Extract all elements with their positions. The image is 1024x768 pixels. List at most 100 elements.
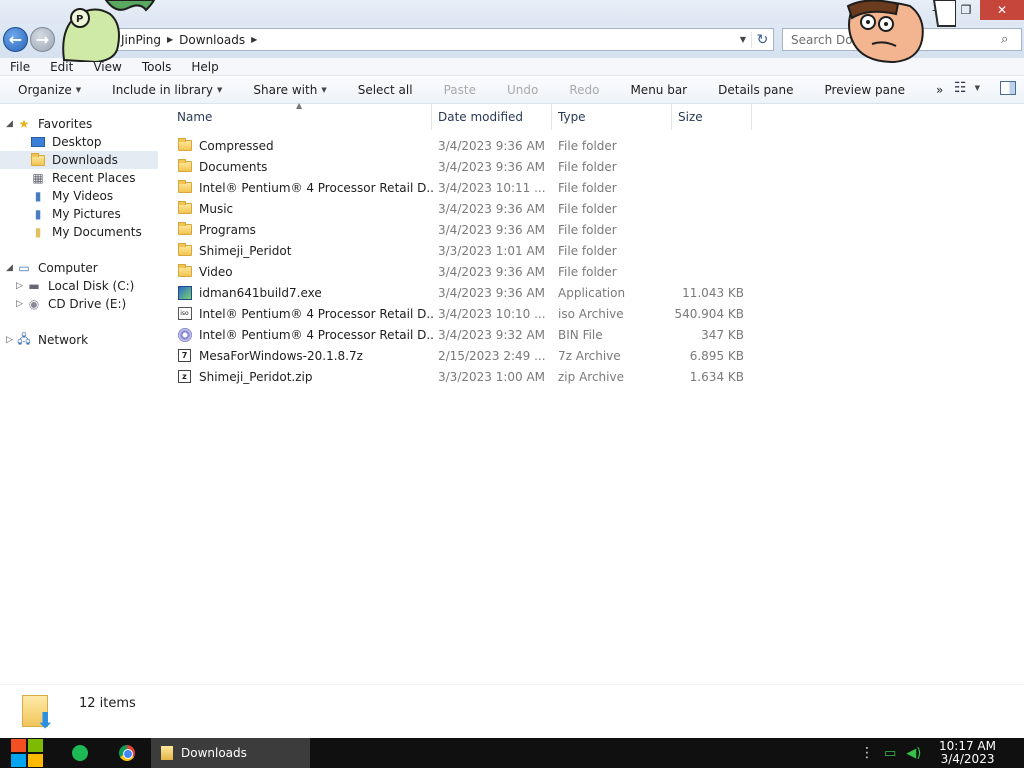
column-name-label: Name — [177, 110, 213, 124]
forward-button[interactable]: → — [30, 27, 55, 52]
collapsed-arrow-icon[interactable]: ▷ — [16, 281, 26, 291]
file-date-modified: 2/15/2023 2:49 ... — [438, 348, 546, 363]
file-size: 540.904 KB — [674, 306, 744, 321]
file-row[interactable]: Video 3/4/2023 9:36 AM File folder — [176, 261, 756, 282]
file-date-modified: 3/3/2023 1:00 AM — [438, 369, 546, 384]
taskbar-item-downloads[interactable]: Downloads — [151, 738, 310, 768]
file-date-modified: 3/3/2023 1:01 AM — [438, 243, 546, 258]
cd-drive-icon: ◉ — [28, 297, 40, 311]
expanded-arrow-icon[interactable]: ◢ — [6, 119, 16, 129]
documents-icon: ▮ — [34, 225, 42, 239]
more-icons-icon[interactable]: ⋮ — [860, 745, 874, 761]
nav-my-documents[interactable]: ▮ My Documents — [0, 223, 158, 241]
breadcrumb-item-downloads[interactable]: Downloads — [179, 33, 245, 47]
collapsed-arrow-icon[interactable]: ▷ — [16, 299, 26, 309]
include-in-library-button[interactable]: Include in library ▼ — [94, 83, 235, 97]
file-type: Application — [558, 285, 626, 300]
file-list: ▲ Name Date modified Type Size Compresse… — [158, 101, 1024, 684]
more-commands-button[interactable]: » — [918, 83, 956, 97]
start-button[interactable] — [10, 738, 44, 768]
back-button[interactable]: ← — [3, 27, 28, 52]
nav-network[interactable]: ▷ 🖧 Network — [0, 331, 158, 349]
file-row[interactable]: z Shimeji_Peridot.zip 3/3/2023 1:00 AM zip … — [176, 366, 756, 387]
file-type: 7z Archive — [558, 348, 621, 363]
nav-recent-places[interactable]: ▦ Recent Places — [0, 169, 158, 187]
chevron-down-icon: ▼ — [974, 84, 980, 92]
column-header-type[interactable]: Type — [552, 104, 672, 130]
application-icon — [176, 285, 193, 300]
preview-pane-button[interactable]: Preview pane — [807, 83, 918, 97]
nav-favorites-label: Favorites — [38, 117, 93, 131]
preview-pane-toggle-icon[interactable] — [1000, 81, 1016, 95]
redo-button[interactable]: Redo — [551, 83, 612, 97]
menu-bar-button[interactable]: Menu bar — [612, 83, 700, 97]
file-row[interactable]: Intel® Pentium® 4 Processor Retail D... 3… — [176, 177, 756, 198]
file-row[interactable]: Intel® Pentium® 4 Processor Retail D... 3… — [176, 324, 756, 345]
expanded-arrow-icon[interactable]: ◢ — [6, 263, 16, 273]
explorer-icon — [161, 746, 173, 760]
paste-label: Paste — [443, 83, 476, 97]
nav-downloads[interactable]: Downloads — [0, 151, 158, 169]
breadcrumb-separator-icon[interactable]: ▶ — [251, 35, 257, 44]
file-date-modified: 3/4/2023 9:36 AM — [438, 159, 546, 174]
details-pane-button[interactable]: Details pane — [700, 83, 806, 97]
column-header-name[interactable]: Name — [171, 104, 432, 130]
collapsed-arrow-icon[interactable]: ▷ — [6, 335, 16, 345]
file-row[interactable]: Shimeji_Peridot 3/3/2023 1:01 AM File fold… — [176, 240, 756, 261]
share-with-button[interactable]: Share with ▼ — [235, 83, 339, 97]
nav-local-disk[interactable]: ▷ ▬ Local Disk (C:) — [0, 277, 158, 295]
navigation-pane: ◢ ★ Favorites Desktop Downloads ▦ Recent… — [0, 104, 158, 684]
search-icon[interactable]: ⌕ — [1001, 32, 1021, 47]
undo-button[interactable]: Undo — [489, 83, 551, 97]
maximize-button[interactable]: ❐ — [952, 0, 980, 20]
spotify-icon[interactable] — [72, 745, 88, 761]
breadcrumb-separator-icon[interactable]: ▶ — [167, 35, 173, 44]
address-dropdown-icon[interactable]: ▼ — [735, 35, 751, 44]
recent-places-icon: ▦ — [32, 171, 44, 185]
network-status-icon[interactable]: ▭ — [884, 746, 896, 761]
undo-label: Undo — [506, 83, 539, 97]
refresh-icon[interactable]: ↻ — [751, 31, 773, 48]
file-size: 347 KB — [701, 327, 744, 342]
volume-icon[interactable]: ◀) — [906, 746, 921, 761]
nav-computer-label: Computer — [38, 261, 98, 275]
address-bar[interactable]: JinPing ▶ Downloads ▶ ▼ ↻ — [90, 28, 774, 51]
nav-cd-drive[interactable]: ▷ ◉ CD Drive (E:) — [0, 295, 158, 313]
share-with-label: Share with — [253, 83, 318, 97]
change-view-button[interactable]: ☷ ▼ — [954, 80, 980, 96]
file-name: Intel® Pentium® 4 Processor Retail D... — [199, 180, 433, 195]
chrome-icon[interactable] — [119, 745, 135, 761]
menu-file[interactable]: File — [0, 60, 40, 74]
folder-icon — [176, 138, 193, 153]
clock[interactable]: 10:17 AM 3/4/2023 — [939, 740, 996, 766]
file-row[interactable]: Programs 3/4/2023 9:36 AM File folder — [176, 219, 756, 240]
nav-network-label: Network — [38, 333, 89, 347]
select-all-button[interactable]: Select all — [340, 83, 426, 97]
nav-my-pictures-label: My Pictures — [52, 207, 121, 221]
taskbar-item-label: Downloads — [181, 746, 247, 760]
nav-my-pictures[interactable]: ▮ My Pictures — [0, 205, 158, 223]
column-type-label: Type — [558, 110, 586, 124]
paste-button[interactable]: Paste — [426, 83, 489, 97]
file-date-modified: 3/4/2023 9:36 AM — [438, 201, 546, 216]
file-row[interactable]: 7 MesaForWindows-20.1.8.7z 2/15/2023 2:49 … — [176, 345, 756, 366]
column-header-size[interactable]: Size — [672, 104, 752, 130]
file-row[interactable]: iso Intel® Pentium® 4 Processor Retail D.… — [176, 303, 756, 324]
nav-favorites[interactable]: ◢ ★ Favorites — [0, 115, 158, 133]
file-type: File folder — [558, 264, 617, 279]
file-row[interactable]: Documents 3/4/2023 9:36 AM File folder — [176, 156, 756, 177]
file-row[interactable]: idman641build7.exe 3/4/2023 9:36 AM Applic… — [176, 282, 756, 303]
nav-my-videos[interactable]: ▮ My Videos — [0, 187, 158, 205]
column-header-date-modified[interactable]: Date modified — [432, 104, 552, 130]
file-date-modified: 3/4/2023 10:10 ... — [438, 306, 546, 321]
nav-computer[interactable]: ◢ ▭ Computer — [0, 259, 158, 277]
clock-date: 3/4/2023 — [940, 752, 995, 766]
file-type: zip Archive — [558, 369, 624, 384]
organize-button[interactable]: Organize ▼ — [0, 83, 94, 97]
close-button[interactable]: ✕ — [980, 0, 1024, 20]
nav-desktop[interactable]: Desktop — [0, 133, 158, 151]
file-name: Programs — [199, 222, 256, 237]
file-row[interactable]: Music 3/4/2023 9:36 AM File folder — [176, 198, 756, 219]
file-row[interactable]: Compressed 3/4/2023 9:36 AM File folder — [176, 135, 756, 156]
menu-help[interactable]: Help — [181, 60, 228, 74]
